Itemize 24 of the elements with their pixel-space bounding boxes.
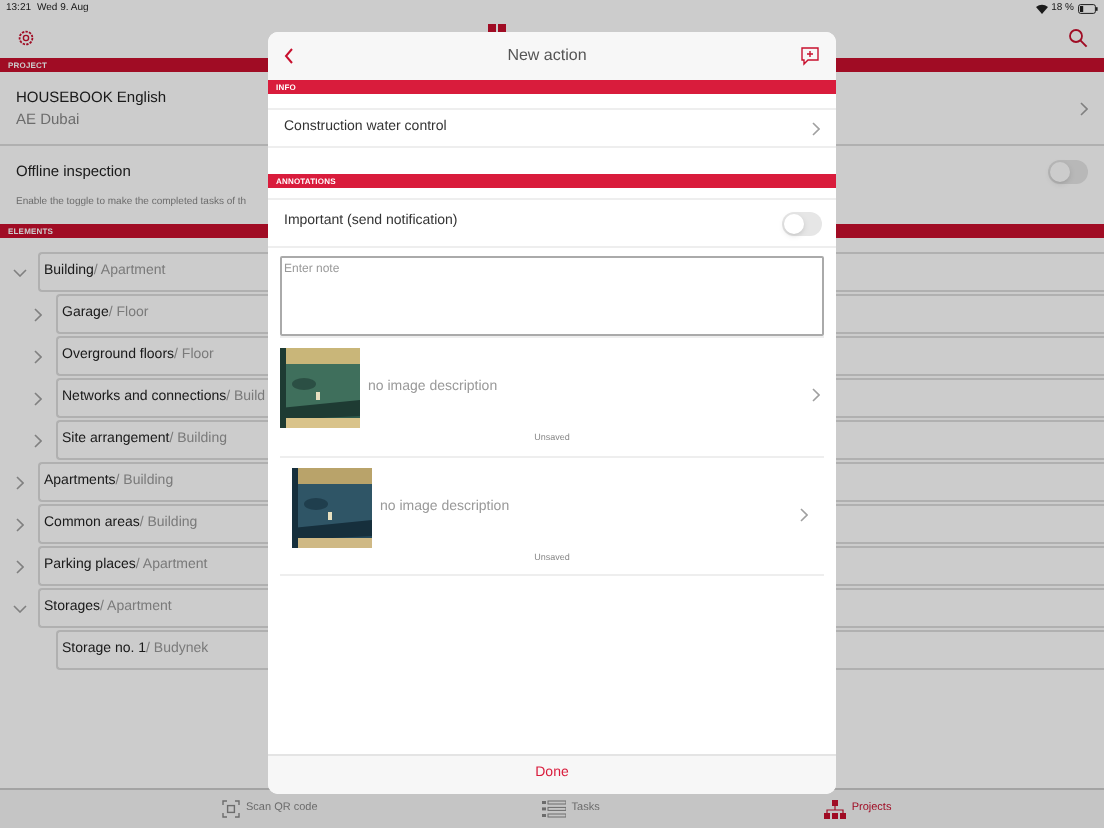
list-icon [541,800,566,818]
chevron-icon [812,388,820,402]
add-comment-icon[interactable] [799,46,820,66]
chevron-icon[interactable] [34,391,42,405]
chevron-icon[interactable] [34,349,42,363]
chevron-icon [1080,101,1088,115]
settings-icon[interactable] [16,28,36,48]
chevron-icon[interactable] [34,433,42,447]
chevron-icon[interactable] [34,307,42,321]
toggle-switch[interactable] [1048,160,1088,184]
search-icon[interactable] [1068,28,1088,48]
toggle-switch[interactable] [782,211,822,235]
chevron-icon[interactable] [15,475,23,489]
chevron-icon[interactable] [15,517,23,531]
battery-icon [1078,4,1098,14]
chevron-icon[interactable] [12,268,26,276]
back-icon[interactable] [284,48,294,64]
chevron-icon [800,508,808,522]
hierarchy-icon [823,799,846,819]
qr-scan-icon [222,800,240,818]
chevron-icon[interactable] [12,604,26,612]
wifi-icon [1035,4,1048,14]
chevron-icon[interactable] [15,559,23,573]
chevron-icon [812,121,820,135]
